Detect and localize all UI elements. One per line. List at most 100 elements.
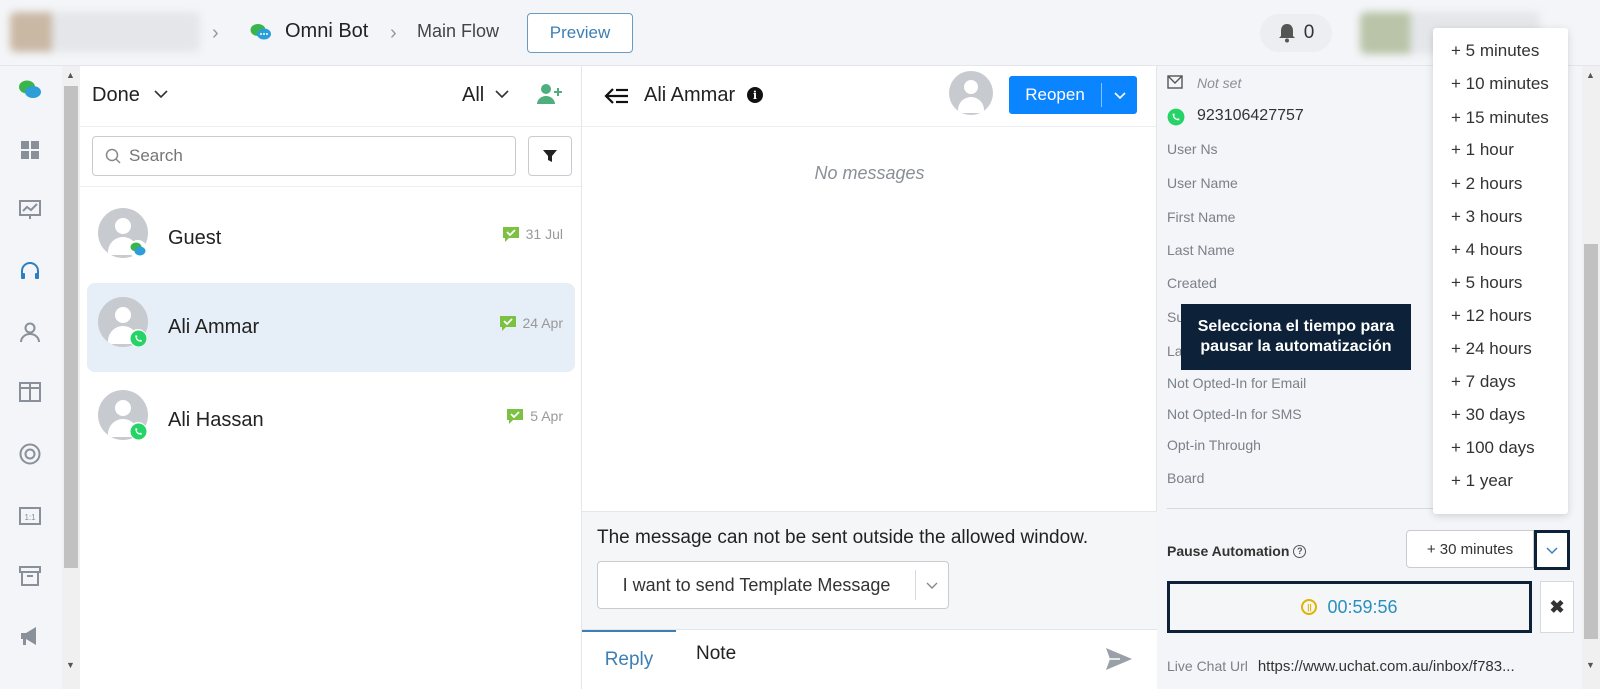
menu-item[interactable]: + 1 hour [1451,140,1514,160]
pause-timer: || 00:59:56 [1167,581,1532,633]
cancel-pause-button[interactable]: ✖ [1540,581,1574,633]
flow-name[interactable]: Main Flow [417,21,499,42]
field-label: User Name [1167,175,1238,191]
pause-options-menu: + 5 minutes + 10 minutes + 15 minutes + … [1433,28,1568,514]
field-label: Not Opted-In for SMS [1167,406,1302,422]
menu-item[interactable]: + 5 hours [1451,273,1522,293]
pause-icon: || [1301,599,1318,615]
template-icon[interactable]: 1:1 [18,504,42,528]
template-select-value[interactable]: I want to send Template Message [598,575,915,596]
profile-scrollbar[interactable]: ▲ ▼ [1582,66,1600,689]
headset-icon[interactable] [18,260,42,284]
template-select[interactable]: I want to send Template Message [597,561,949,609]
conversation-name: Ali Hassan [168,409,264,431]
field-label: Board [1167,470,1205,486]
phone-value: 923106427757 [1197,107,1304,124]
info-icon[interactable]: i [747,87,763,103]
conversation-item[interactable]: Ali Ammar 24 Apr [87,283,575,372]
conversation-date: 31 Jul [525,226,563,242]
message-check-icon [502,227,519,242]
conversation-name: Ali Ammar [168,316,260,338]
lifebuoy-icon[interactable] [18,442,42,466]
list-header: Done All [80,66,581,127]
menu-item[interactable]: + 30 days [1451,405,1525,425]
add-user-icon[interactable] [537,82,563,106]
user-icon[interactable] [18,320,42,344]
collapse-list-icon[interactable] [604,85,630,107]
menu-item[interactable]: + 7 days [1451,372,1516,392]
conversation-name: Guest [168,227,222,249]
tab-reply[interactable]: Reply [582,630,676,688]
menu-item[interactable]: + 24 hours [1451,339,1532,359]
pause-dropdown-toggle[interactable] [1534,530,1570,570]
workspace-switcher[interactable] [10,12,200,52]
filter-button[interactable] [528,136,572,176]
search-box[interactable] [92,136,516,176]
send-icon[interactable] [1105,646,1133,672]
svg-text:1:1: 1:1 [24,513,36,522]
chevron-down-icon[interactable] [494,84,510,104]
window-warning-box: The message can not be sent outside the … [582,511,1157,629]
message-check-icon [499,316,516,331]
help-icon[interactable]: ? [1293,544,1307,558]
status-filter[interactable]: Done [92,84,140,107]
menu-item[interactable]: + 4 hours [1451,240,1522,260]
field-label: First Name [1167,209,1236,225]
whatsapp-icon [129,329,147,347]
conversation-date: 5 Apr [530,408,563,424]
webchat-icon [129,240,147,258]
empty-state: No messages [814,163,925,183]
dashboard-grid-icon[interactable] [18,138,42,162]
pause-duration-select[interactable]: + 30 minutes [1406,530,1534,568]
chat-header: Ali Ammar i Reopen [582,66,1156,127]
notification-count: 0 [1303,22,1315,43]
analytics-chart-icon[interactable] [18,198,42,222]
chevron-right-icon: › [212,22,219,44]
conversation-list: Done All Guest [80,66,582,689]
filter-icon [543,150,557,162]
tab-note[interactable]: Note [696,630,736,678]
whatsapp-icon [129,422,147,440]
field-label: Opt-in Through [1167,437,1261,453]
chat-panel: Ali Ammar i Reopen No messages The messa… [582,66,1157,689]
field-label: Not Opted-In for Email [1167,375,1307,391]
email-value: Not set [1197,75,1242,91]
chevron-down-icon [1546,547,1558,555]
chevron-down-icon[interactable] [153,84,169,104]
menu-item[interactable]: + 12 hours [1451,306,1532,326]
bot-name[interactable]: Omni Bot [285,20,368,43]
conversation-item[interactable]: Ali Hassan 5 Apr [87,376,575,465]
menu-item[interactable]: + 3 hours [1451,207,1522,227]
live-chat-label: Live Chat Url [1167,658,1248,674]
chevron-down-icon[interactable] [916,578,948,592]
menu-item[interactable]: + 2 hours [1451,174,1522,194]
pause-automation-label: Pause Automation [1167,543,1290,559]
search-input[interactable] [129,146,509,166]
nav-scrollbar[interactable]: ▲ ▼ [62,66,80,689]
chat-bubbles-icon[interactable] [18,78,42,102]
scope-filter[interactable]: All [462,84,484,107]
menu-item[interactable]: + 100 days [1451,438,1535,458]
pause-tooltip: Selecciona el tiempo para pausar la auto… [1181,304,1411,370]
conversation-date: 24 Apr [522,315,563,331]
email-icon [1167,75,1183,89]
archive-icon[interactable] [18,564,42,588]
menu-item[interactable]: + 5 minutes [1451,41,1539,61]
menu-item[interactable]: + 15 minutes [1451,108,1549,128]
field-label: Created [1167,275,1217,291]
notifications-button[interactable]: 0 [1260,14,1332,52]
timer-value: 00:59:56 [1327,596,1398,617]
contact-name: Ali Ammar [644,84,736,106]
megaphone-icon[interactable] [18,624,42,648]
reopen-label[interactable]: Reopen [1009,85,1101,105]
reopen-button[interactable]: Reopen [1009,76,1137,114]
chevron-down-icon[interactable] [1102,88,1137,102]
menu-item[interactable]: + 10 minutes [1451,74,1549,94]
live-chat-url[interactable]: https://www.uchat.com.au/inbox/f783... [1258,658,1515,675]
conversation-item[interactable]: Guest 31 Jul [87,194,575,283]
menu-item[interactable]: + 1 year [1451,471,1513,491]
reply-bar: Reply Note [582,629,1157,689]
columns-icon[interactable] [18,380,42,404]
preview-button[interactable]: Preview [527,13,633,53]
contact-avatar[interactable] [949,71,993,115]
